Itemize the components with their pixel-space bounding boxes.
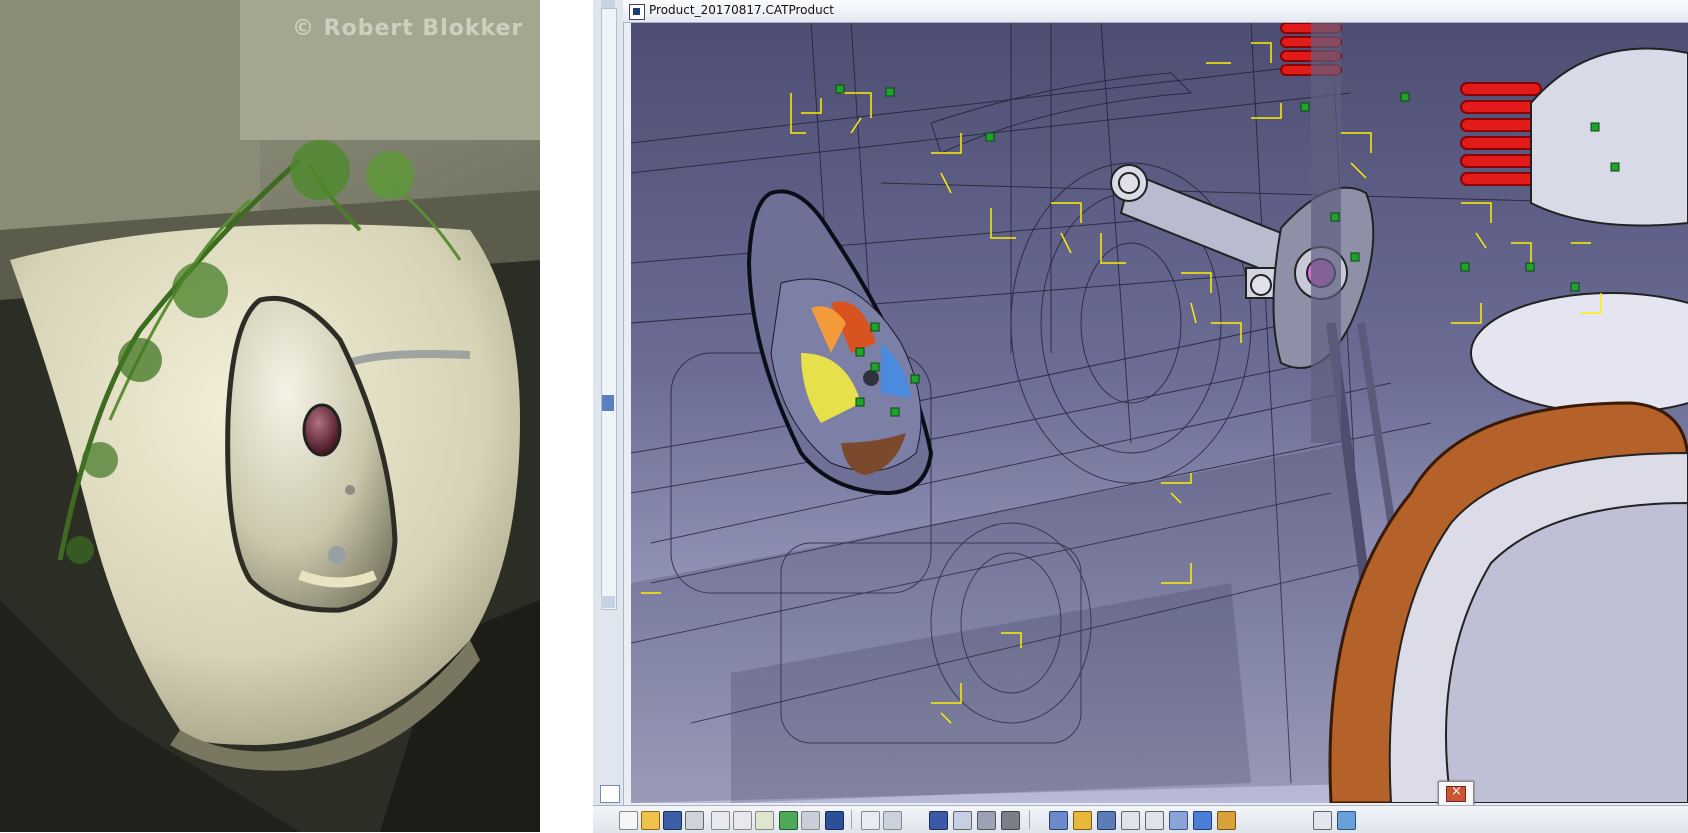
- help-icon[interactable]: [825, 811, 844, 830]
- paste-icon[interactable]: [755, 811, 774, 830]
- scroll-track[interactable]: [601, 8, 617, 610]
- fender-photo-drawing: [0, 0, 540, 832]
- zoom-in-icon[interactable]: [1121, 811, 1140, 830]
- swap-visible-icon[interactable]: [1337, 811, 1356, 830]
- measure-icon[interactable]: [977, 811, 996, 830]
- lock-icon[interactable]: [1001, 811, 1020, 830]
- rotate-icon[interactable]: [883, 811, 902, 830]
- toolbar-separator: [1029, 810, 1030, 829]
- open-icon[interactable]: [641, 811, 660, 830]
- redo-icon[interactable]: [801, 811, 820, 830]
- catproduct-icon: [629, 4, 645, 20]
- hide-show-icon[interactable]: [1313, 811, 1332, 830]
- formula-icon[interactable]: [861, 811, 880, 830]
- iso-view-icon[interactable]: [1193, 811, 1212, 830]
- spec-tree-scrollbar[interactable]: [593, 0, 624, 832]
- rotate-view-icon[interactable]: [1097, 811, 1116, 830]
- tree-icon[interactable]: [953, 811, 972, 830]
- scroll-thumb[interactable]: [602, 395, 614, 411]
- render-style-icon[interactable]: [1217, 811, 1236, 830]
- new-icon[interactable]: [619, 811, 638, 830]
- document-titlebar: Product_20170817.CATProduct: [623, 0, 1688, 23]
- pan-icon[interactable]: [1049, 811, 1068, 830]
- assembly-wireframe: [631, 23, 1688, 803]
- close-icon[interactable]: [1446, 784, 1466, 802]
- document-title: Product_20170817.CATProduct: [649, 3, 835, 17]
- print-icon[interactable]: [685, 811, 704, 830]
- fit-all-icon[interactable]: [1073, 811, 1092, 830]
- photo-watermark: © Robert Blokker: [292, 16, 524, 41]
- zoom-out-icon[interactable]: [1145, 811, 1164, 830]
- catia-window: Product_20170817.CATProduct: [593, 0, 1688, 832]
- standard-toolbar: [593, 805, 1688, 833]
- compass-icon[interactable]: [600, 785, 620, 803]
- save-icon[interactable]: [663, 811, 682, 830]
- fender-photo: © Robert Blokker: [0, 0, 540, 832]
- normal-view-icon[interactable]: [1169, 811, 1188, 830]
- grid-icon[interactable]: [929, 811, 948, 830]
- copy-icon[interactable]: [733, 811, 752, 830]
- toolbar-separator: [851, 810, 852, 829]
- undo-icon[interactable]: [779, 811, 798, 830]
- 3d-viewport[interactable]: [631, 23, 1688, 803]
- scroll-down-arrow-icon[interactable]: [601, 596, 615, 608]
- cut-icon[interactable]: [711, 811, 730, 830]
